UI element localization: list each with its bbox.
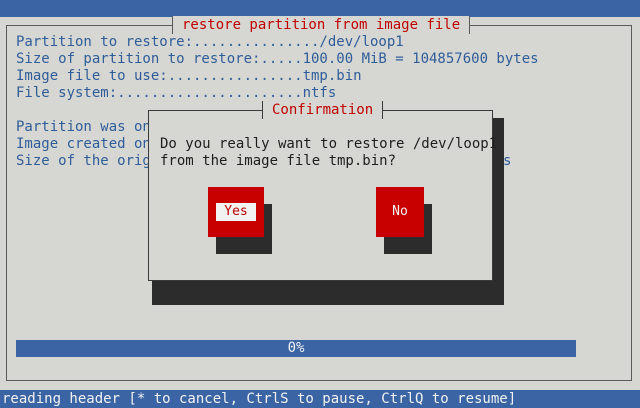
original-size-tail: s <box>503 153 512 169</box>
no-button[interactable]: No <box>376 187 424 237</box>
saved-from-info: Partition was on <box>16 119 151 135</box>
dialog-title: Confirmation <box>262 101 384 119</box>
filesystem-info: File system:......................ntfs <box>16 85 337 101</box>
original-size-info: Size of the orig <box>16 153 151 169</box>
partition-size-info: Size of partition to restore:.....100.00… <box>16 51 539 67</box>
dialog-message-line1: Do you really want to restore /dev/loop1 <box>160 136 498 152</box>
window-title: restore partition from image file <box>172 16 471 34</box>
yes-button-label: Yes <box>216 203 256 221</box>
image-created-info: Image created on <box>16 136 151 152</box>
image-file-info: Image file to use:................tmp.bi… <box>16 68 362 84</box>
progress-bar: 0% <box>16 340 576 357</box>
no-button-label: No <box>392 204 408 219</box>
top-bar <box>0 0 640 17</box>
dialog-message-line2: from the image file tmp.bin? <box>160 153 397 169</box>
yes-button[interactable]: Yes <box>208 187 264 237</box>
status-bar: reading header [* to cancel, CtrlS to pa… <box>0 390 640 408</box>
partition-info: Partition to restore:.............../dev… <box>16 34 404 50</box>
progress-label: 0% <box>287 340 305 356</box>
